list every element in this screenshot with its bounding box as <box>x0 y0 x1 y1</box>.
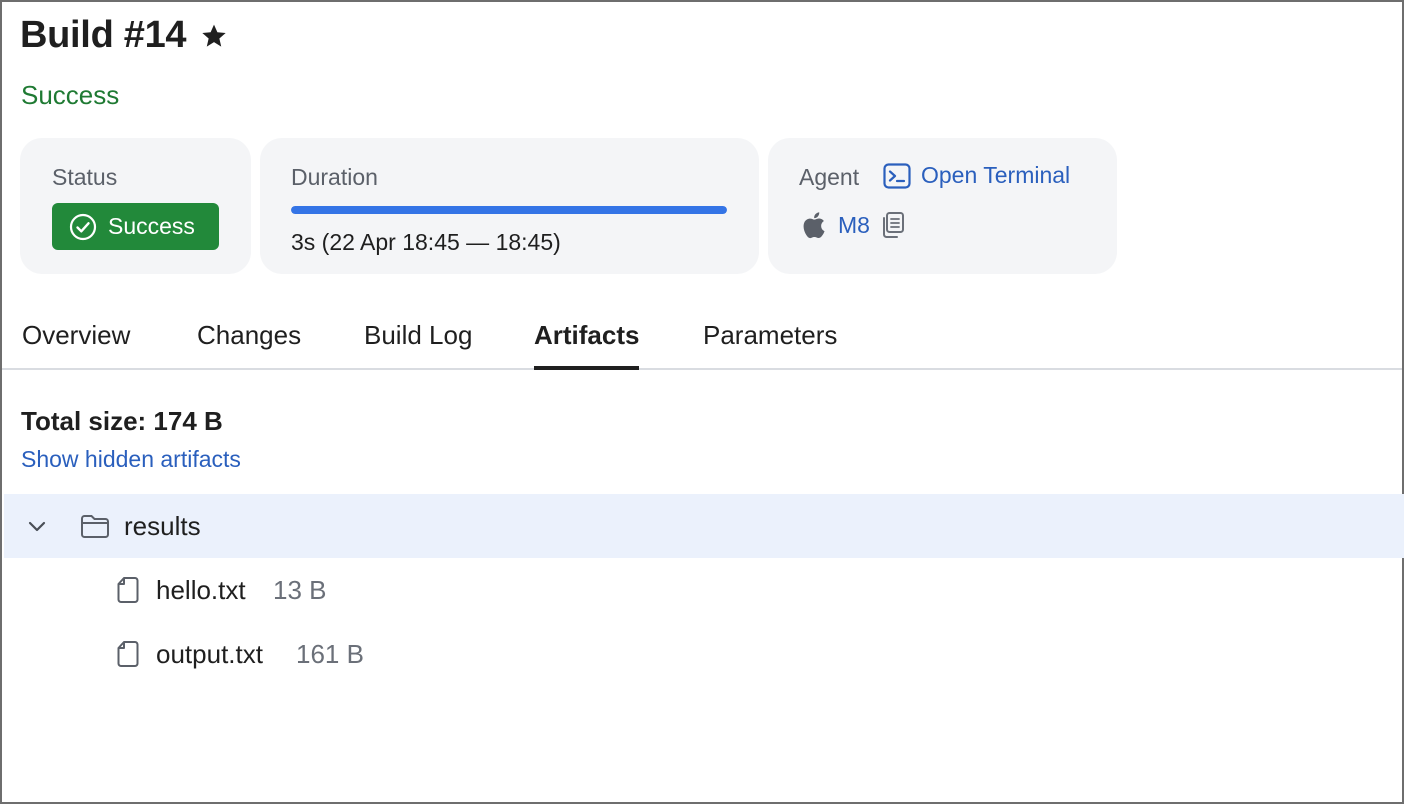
file-row[interactable]: output.txt 161 B <box>4 622 1404 686</box>
tab-artifacts[interactable]: Artifacts <box>534 320 640 370</box>
duration-text: 3s (22 Apr 18:45 — 18:45) <box>291 229 561 255</box>
tab-build-log[interactable]: Build Log <box>364 320 472 370</box>
file-icon <box>116 640 140 668</box>
star-icon[interactable] <box>200 22 228 50</box>
duration-progress-bar <box>291 206 727 214</box>
agent-name-link[interactable]: M8 <box>838 212 870 239</box>
title-row: Build #14 <box>20 14 228 57</box>
status-badge-label: Success <box>108 213 195 239</box>
file-row[interactable]: hello.txt 13 B <box>4 558 1404 622</box>
total-size: Total size: 174 B <box>21 406 223 436</box>
show-hidden-artifacts-link[interactable]: Show hidden artifacts <box>21 446 241 473</box>
apple-icon <box>800 210 826 240</box>
open-terminal-label: Open Terminal <box>921 162 1071 188</box>
terminal-icon <box>883 162 911 189</box>
tab-changes[interactable]: Changes <box>197 320 301 370</box>
status-badge: Success <box>52 203 219 250</box>
duration-progress-fill <box>291 206 727 214</box>
agent-row: M8 <box>800 210 906 240</box>
folder-row-results[interactable]: results <box>4 494 1404 558</box>
tab-overview[interactable]: Overview <box>22 320 130 370</box>
tab-parameters[interactable]: Parameters <box>703 320 837 370</box>
duration-label: Duration <box>291 164 378 190</box>
duration-card: Duration 3s (22 Apr 18:45 — 18:45) <box>260 138 759 274</box>
check-circle-icon <box>69 213 97 240</box>
folder-icon <box>80 513 110 539</box>
build-page: Build #14 Success Status Success Duratio… <box>0 0 1404 804</box>
open-terminal-link[interactable]: Open Terminal <box>883 162 1070 189</box>
status-card: Status Success <box>20 138 251 274</box>
file-size: 13 B <box>273 574 327 605</box>
agent-card: Agent Open Terminal M8 <box>768 138 1117 274</box>
file-name: output.txt <box>156 638 263 669</box>
file-size: 161 B <box>296 638 364 669</box>
file-name: hello.txt <box>156 574 246 605</box>
build-status-text: Success <box>21 80 120 110</box>
page-title: Build #14 <box>20 14 187 56</box>
agent-label: Agent <box>799 164 860 190</box>
file-icon <box>116 576 140 604</box>
chevron-down-icon[interactable] <box>26 515 48 537</box>
tab-bar: Overview Changes Build Log Artifacts Par… <box>2 318 1402 370</box>
folder-name: results <box>124 510 201 541</box>
copy-icon[interactable] <box>880 211 906 239</box>
status-label: Status <box>52 164 118 190</box>
